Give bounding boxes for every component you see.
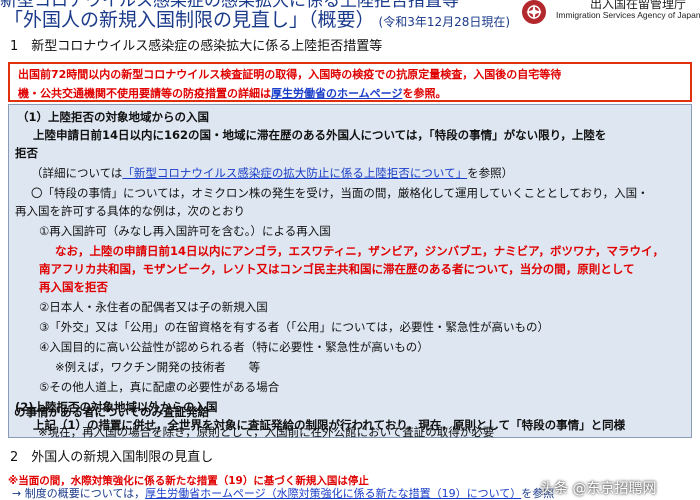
example-4-note: ※例えば，ワクチン開発の技術者 等 — [55, 360, 261, 374]
subsection1-heading: （1）上陸拒否の対象地域からの入国 — [17, 110, 209, 124]
section2-heading: 2 外国人の新規入国制限の見直し — [10, 450, 214, 465]
new-entry-suspended-note: ※当面の間，水際対策強化に係る新たな措置（19）に基づく新規入国は停止 — [8, 475, 369, 487]
special-circumstances-line-2: 再入国を許可する具体的な例は，次のとおり — [15, 204, 245, 218]
visa-restriction-line-2: の事情がある者についてのみ査証発給 — [14, 405, 210, 419]
entry-restriction-detail-box: （1）上陸拒否の対象地域からの入国 上陸申請日前14日以内に162の国・地域に滞… — [8, 104, 692, 438]
details-reference: （詳細については「新型コロナウイルス感染症の拡大防止に係る上陸拒否について」を参… — [31, 163, 513, 183]
example-2-spouse: ②日本人・永住者の配偶者又は子の新規入国 — [39, 300, 268, 314]
details-reference-tail: を参照） — [467, 166, 514, 180]
mhlw-homepage-link[interactable]: 厚生労働省のホームページ — [271, 87, 402, 100]
mhlw-border-measures-link[interactable]: 厚生労働省ホームページ（水際対策強化に係る新たな措置（19）について） — [145, 487, 521, 500]
notice-line-2-text: 機・公共交通機関不使用要請等の防疫措置の詳細は — [18, 87, 271, 100]
page-date: (令和3年12月28日現在) — [378, 15, 511, 29]
page-title-text: 「外国人の新規入国制限の見直し」（概要） — [4, 9, 375, 31]
special-circumstances-line-1: 〇「特段の事情」については，オミクロン株の発生を受け，当面の間，厳格化して運用し… — [31, 186, 649, 200]
overview-reference-text: → 制度の概要については， — [12, 487, 146, 500]
quarantine-notice-box: 出国前72時間以内の新型コロナウイルス検査証明の取得，入国時の検疫での抗原定量検… — [8, 62, 692, 102]
reentry-denial-line-1: なお，上陸の申請日前14日以内にアンゴラ，エスワティニ，ザンビア，ジンバブエ，ナ… — [55, 244, 665, 258]
example-3-diplomatic: ③「外交」又は「公用」の在留資格を有する者（「公用」については，必要性・緊急性が… — [39, 320, 549, 334]
notice-line-2-tail: を参照。 — [402, 87, 447, 100]
notice-line-2: 機・公共交通機関不使用要請等の防疫措置の詳細は厚生労働省のホームページを参照。 — [10, 83, 690, 102]
agency-name-en: Immigration Services Agency of Japan — [556, 10, 700, 20]
denial-rule-line-1: 上陸申請日前14日以内に162の国・地域に滞在歴のある外国人については，「特段の… — [33, 128, 607, 142]
details-reference-text: （詳細については — [31, 166, 123, 180]
notice-line-1: 出国前72時間以内の新型コロナウイルス検査証明の取得，入国時の検疫での抗原定量検… — [18, 68, 562, 81]
reentry-denial-line-3: 再入国を拒否 — [39, 280, 108, 294]
overview-reference: → 制度の概要については，厚生労働省ホームページ（水際対策強化に係る新たな措置（… — [12, 487, 554, 500]
reentry-denial-line-2: 南アフリカ共和国，モザンビーク，レソト又はコンゴ民主共和国に滞在歴のある者につい… — [39, 262, 635, 276]
agency-emblem-icon — [522, 0, 546, 24]
denial-rule-line-2: 拒否 — [15, 146, 38, 160]
source-watermark: 头条 @东京招聘网 — [540, 481, 657, 497]
example-1-reentry: ①再入国許可（みなし再入国許可を含む。）による再入国 — [39, 224, 331, 238]
section1-heading: 1 新型コロナウイルス感染症の感染拡大に係る上陸拒否措置等 — [10, 39, 383, 54]
visa-requirement-note: ※現在，再入国の場合を除き，原則として，入国前に在外公館において査証の取得が必要 — [38, 425, 495, 439]
example-4-public-interest: ④入国目的に高い公益性が認められる者（特に必要性・緊急性が高いもの） — [39, 340, 429, 354]
example-5-humanitarian: ⑤その他人道上，真に配慮の必要性がある場合 — [39, 380, 280, 394]
entry-denial-page-link[interactable]: 「新型コロナウイルス感染症の拡大防止に係る上陸拒否について」 — [122, 166, 467, 180]
page-title: 「外国人の新規入国制限の見直し」（概要） (令和3年12月28日現在) — [4, 8, 510, 32]
